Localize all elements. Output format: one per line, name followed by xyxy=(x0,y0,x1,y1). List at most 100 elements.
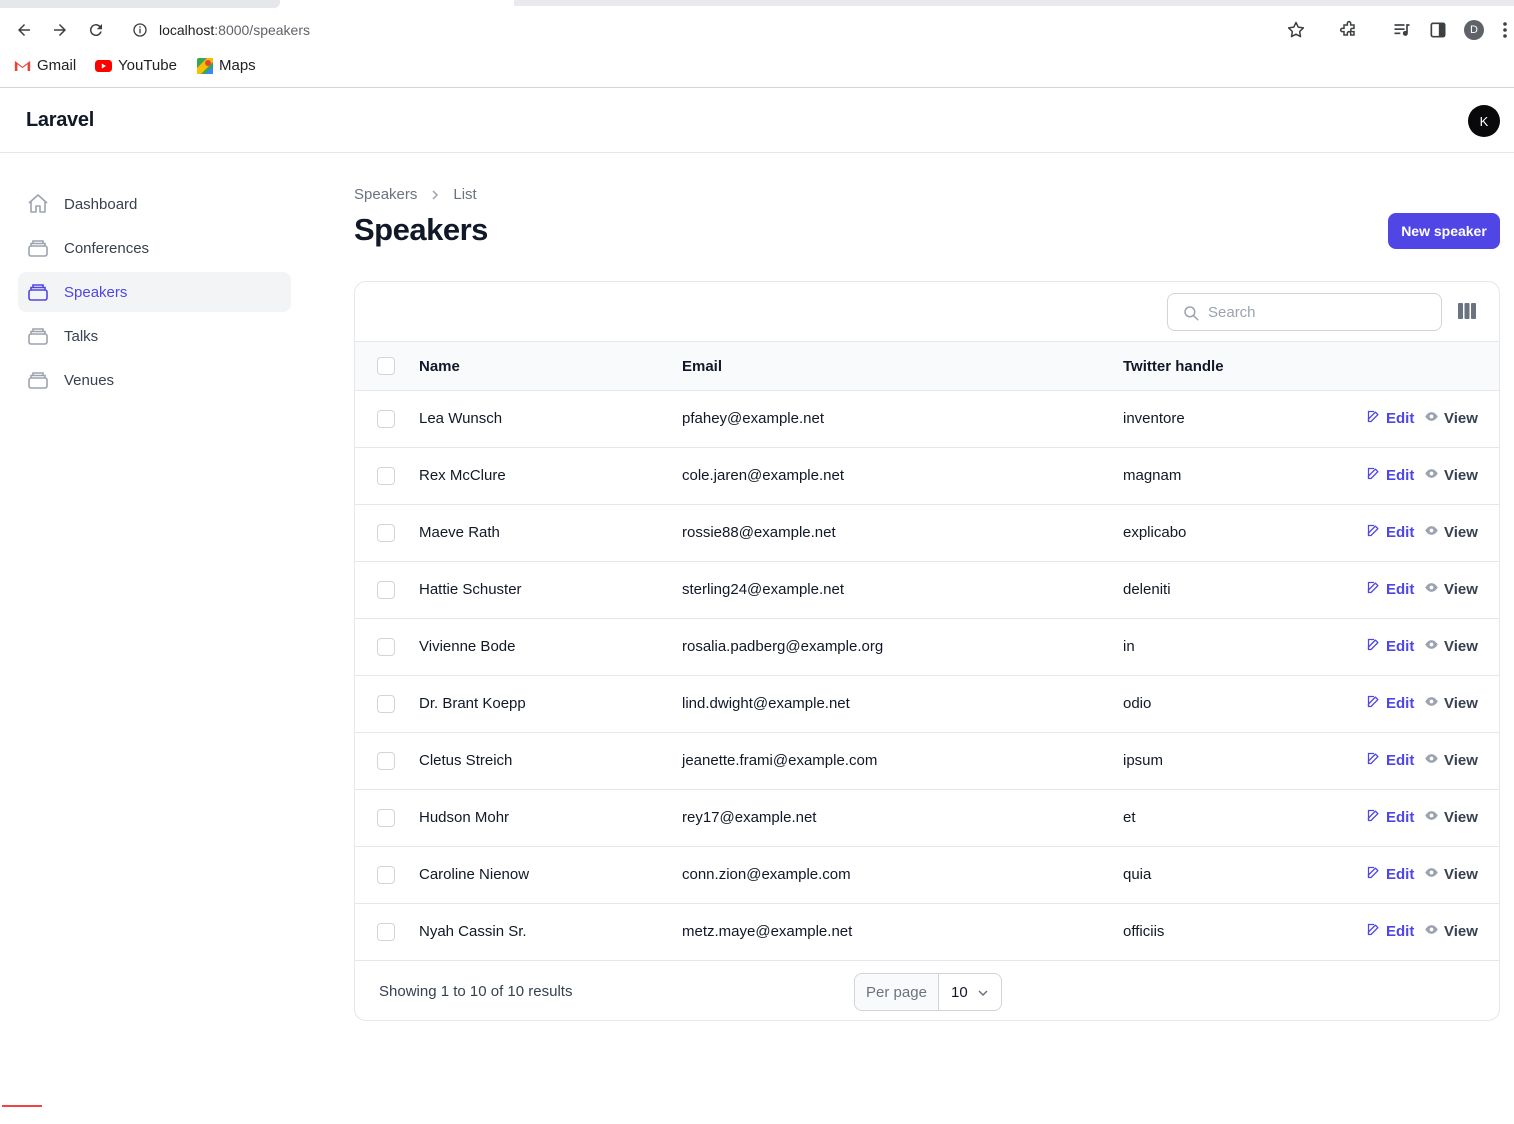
youtube-icon xyxy=(95,59,112,72)
view-button[interactable]: View xyxy=(1424,694,1478,713)
per-page-value-wrapper[interactable]: 10 xyxy=(939,974,1001,1010)
speaker-twitter: explicabo xyxy=(1123,524,1187,541)
speaker-twitter: deleniti xyxy=(1123,581,1171,598)
view-label: View xyxy=(1444,467,1478,484)
forward-icon[interactable] xyxy=(48,18,72,42)
view-label: View xyxy=(1444,410,1478,427)
media-controls-icon[interactable] xyxy=(1391,19,1413,41)
site-info-icon[interactable] xyxy=(132,22,148,43)
brand-logo[interactable]: Laravel xyxy=(26,109,94,132)
table-toolbar xyxy=(355,282,1499,342)
edit-label: Edit xyxy=(1386,467,1415,484)
edit-button[interactable]: Edit xyxy=(1366,865,1414,884)
speaker-twitter: quia xyxy=(1123,866,1152,883)
sidebar-item-conferences[interactable]: Conferences xyxy=(18,228,291,268)
edit-button[interactable]: Edit xyxy=(1366,409,1414,428)
table-row[interactable]: Dr. Brant Koepp lind.dwight@example.net od… xyxy=(355,676,1499,733)
view-button[interactable]: View xyxy=(1424,751,1478,770)
row-checkbox[interactable] xyxy=(377,638,395,656)
row-checkbox[interactable] xyxy=(377,467,395,485)
edit-button[interactable]: Edit xyxy=(1366,523,1414,542)
debugbar-tab[interactable] xyxy=(2,1105,42,1124)
sidebar-item-label: Speakers xyxy=(64,283,128,301)
table-row[interactable]: Hattie Schuster sterling24@example.net del… xyxy=(355,562,1499,619)
sidebar-item-talks[interactable]: Talks xyxy=(18,316,291,356)
edit-button[interactable]: Edit xyxy=(1366,922,1414,941)
row-checkbox[interactable] xyxy=(377,695,395,713)
edit-label: Edit xyxy=(1386,410,1415,427)
edit-button[interactable]: Edit xyxy=(1366,466,1414,485)
speaker-email: rosalia.padberg@example.org xyxy=(682,638,884,655)
side-panel-icon[interactable] xyxy=(1427,19,1449,41)
table-row[interactable]: Lea Wunsch pfahey@example.net inventore Edi… xyxy=(355,391,1499,448)
select-all-checkbox[interactable] xyxy=(377,357,395,375)
edit-icon xyxy=(1366,694,1381,713)
column-header-email[interactable]: Email xyxy=(682,358,722,375)
sidebar-item-speakers[interactable]: Speakers xyxy=(18,272,291,312)
row-checkbox[interactable] xyxy=(377,581,395,599)
sidebar-item-dashboard[interactable]: Dashboard xyxy=(18,184,291,224)
view-button[interactable]: View xyxy=(1424,466,1478,485)
eye-icon xyxy=(1424,694,1439,713)
row-checkbox[interactable] xyxy=(377,752,395,770)
row-checkbox[interactable] xyxy=(377,866,395,884)
table-row[interactable]: Caroline Nienow conn.zion@example.com quia… xyxy=(355,847,1499,904)
table-row[interactable]: Maeve Rath rossie88@example.net explicabo E… xyxy=(355,505,1499,562)
table-row[interactable]: Hudson Mohr rey17@example.net et Edit View xyxy=(355,790,1499,847)
browser-tab-inactive[interactable] xyxy=(514,0,1514,6)
speaker-twitter: et xyxy=(1123,809,1136,826)
per-page-select[interactable]: Per page 10 xyxy=(854,973,1002,1011)
address-bar[interactable]: localhost:8000/speakers xyxy=(122,13,1322,47)
view-button[interactable]: View xyxy=(1424,637,1478,656)
view-button[interactable]: View xyxy=(1424,409,1478,428)
bookmark-maps[interactable]: Maps xyxy=(197,57,256,74)
sidebar-item-label: Dashboard xyxy=(64,195,138,213)
new-speaker-button[interactable]: New speaker xyxy=(1388,213,1500,249)
extensions-icon[interactable] xyxy=(1338,19,1360,41)
breadcrumb-speakers[interactable]: Speakers xyxy=(354,186,417,203)
eye-icon xyxy=(1424,751,1439,770)
speaker-name: Rex McClure xyxy=(419,467,506,484)
view-button[interactable]: View xyxy=(1424,865,1478,884)
edit-button[interactable]: Edit xyxy=(1366,694,1414,713)
browser-tab-active[interactable] xyxy=(0,0,280,8)
table-row[interactable]: Rex McClure cole.jaren@example.net magnam E… xyxy=(355,448,1499,505)
row-checkbox[interactable] xyxy=(377,923,395,941)
bookmark-youtube[interactable]: YouTube xyxy=(95,57,177,74)
bookmark-gmail[interactable]: Gmail xyxy=(14,57,76,74)
edit-button[interactable]: Edit xyxy=(1366,751,1414,770)
column-header-name[interactable]: Name xyxy=(419,358,460,375)
browser-menu-icon[interactable] xyxy=(1498,19,1512,41)
table-row[interactable]: Vivienne Bode rosalia.padberg@example.org… xyxy=(355,619,1499,676)
user-avatar[interactable]: K xyxy=(1468,105,1500,137)
table-row[interactable]: Cletus Streich jeanette.frami@example.com… xyxy=(355,733,1499,790)
back-icon[interactable] xyxy=(12,18,36,42)
eye-icon xyxy=(1424,865,1439,884)
search-field[interactable] xyxy=(1167,293,1442,331)
row-checkbox[interactable] xyxy=(377,809,395,827)
eye-icon xyxy=(1424,523,1439,542)
view-button[interactable]: View xyxy=(1424,580,1478,599)
sidebar-item-venues[interactable]: Venues xyxy=(18,360,291,400)
edit-label: Edit xyxy=(1386,752,1415,769)
browser-profile-avatar[interactable]: D xyxy=(1464,20,1484,40)
edit-button[interactable]: Edit xyxy=(1366,637,1414,656)
row-checkbox[interactable] xyxy=(377,410,395,428)
view-button[interactable]: View xyxy=(1424,808,1478,827)
row-checkbox[interactable] xyxy=(377,524,395,542)
chevron-right-icon xyxy=(432,189,439,200)
table-row[interactable]: Nyah Cassin Sr. metz.maye@example.net offi… xyxy=(355,904,1499,961)
view-label: View xyxy=(1444,809,1478,826)
column-toggle-icon[interactable] xyxy=(1457,302,1477,325)
edit-button[interactable]: Edit xyxy=(1366,808,1414,827)
reload-icon[interactable] xyxy=(84,18,108,42)
search-input[interactable] xyxy=(1208,302,1428,322)
view-button[interactable]: View xyxy=(1424,523,1478,542)
per-page-value: 10 xyxy=(951,983,968,1001)
view-button[interactable]: View xyxy=(1424,922,1478,941)
bookmark-star-icon[interactable] xyxy=(1286,20,1306,45)
column-header-twitter[interactable]: Twitter handle xyxy=(1123,358,1224,375)
edit-button[interactable]: Edit xyxy=(1366,580,1414,599)
sidebar: Dashboard Conferences Speakers Talks Ven… xyxy=(18,184,291,404)
home-icon xyxy=(28,194,48,213)
